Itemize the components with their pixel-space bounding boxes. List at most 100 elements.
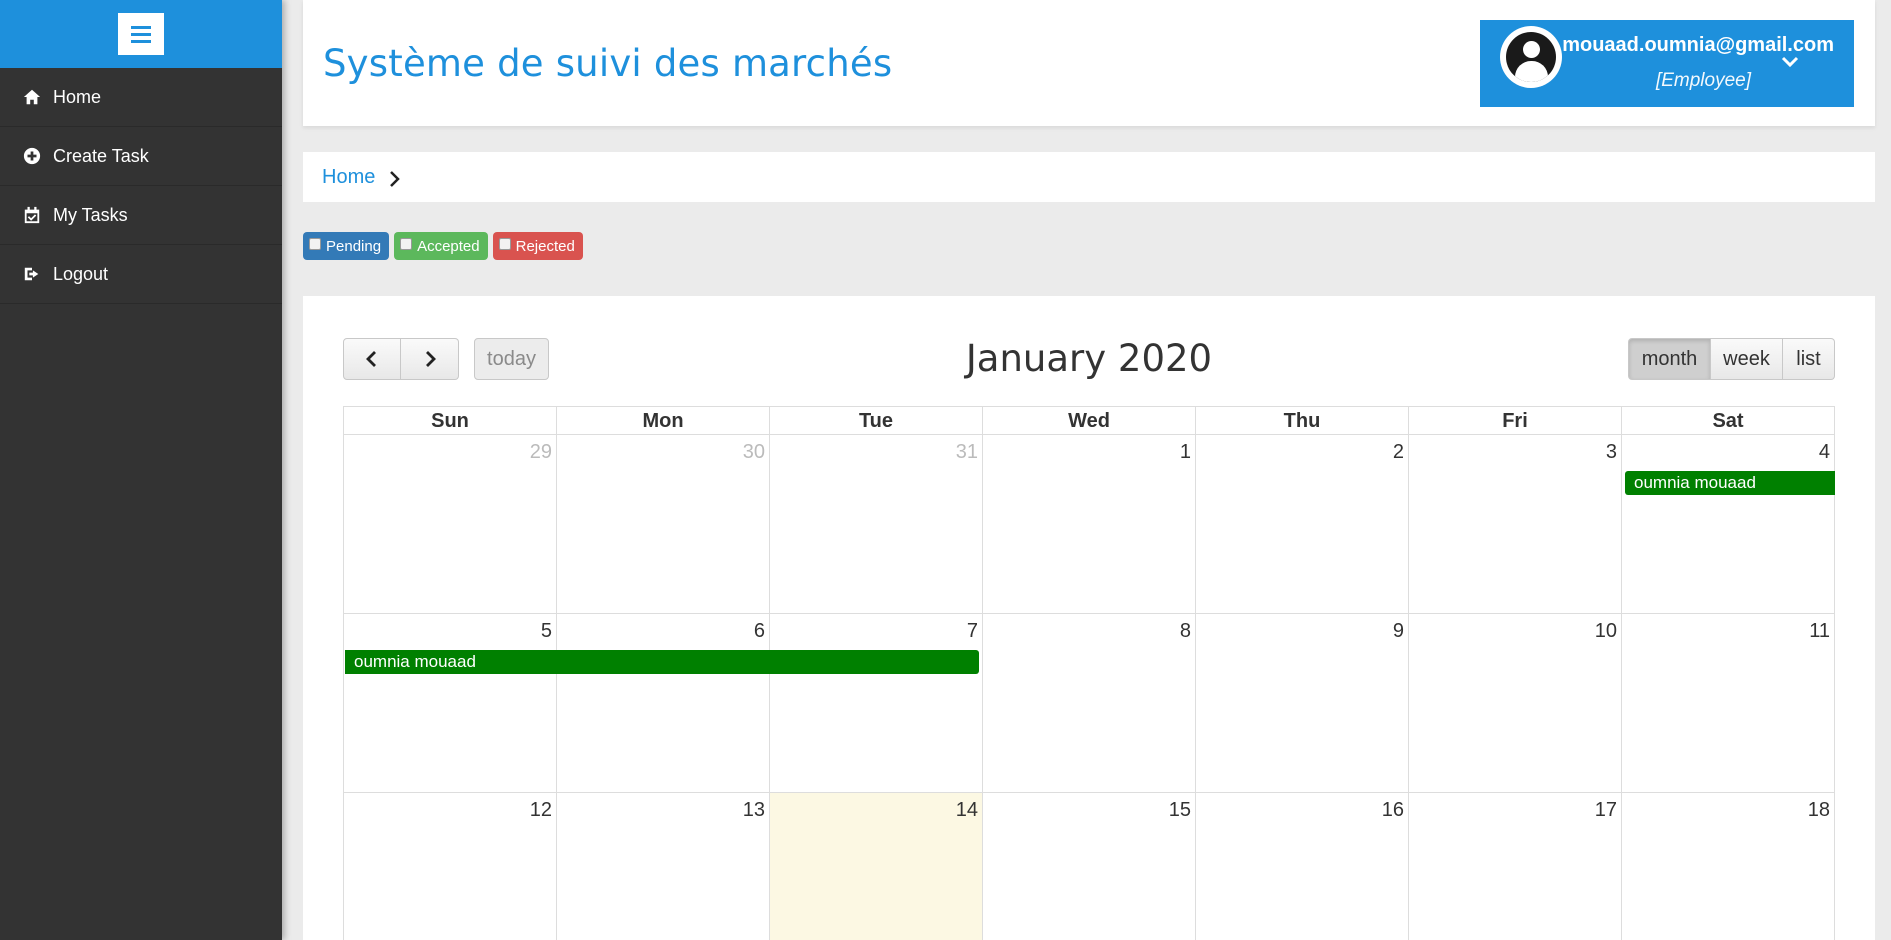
top-header: Système de suivi des marchés mouaad.oumn…: [303, 0, 1875, 126]
day-number: 14: [955, 799, 978, 821]
dow-sun: Sun: [344, 407, 557, 435]
calendar-event[interactable]: oumnia mouaad: [1625, 471, 1835, 495]
sidebar-item-label: Home: [53, 86, 102, 107]
user-menu[interactable]: mouaad.oumnia@gmail.com [Employee]: [1480, 20, 1854, 107]
day-number: 9: [1392, 620, 1404, 642]
day-cell[interactable]: 9: [1196, 614, 1409, 793]
today-button[interactable]: today: [474, 338, 549, 380]
plus-circle-icon: [23, 147, 41, 165]
day-number: 29: [529, 441, 552, 463]
calendar-check-icon: [23, 206, 41, 224]
sidebar: Home Create Task My Tasks Logout: [0, 0, 282, 940]
day-number: 1: [1179, 441, 1191, 463]
breadcrumb-home-link[interactable]: Home: [322, 166, 375, 189]
day-cell[interactable]: 7: [770, 614, 983, 793]
day-cell[interactable]: 6: [557, 614, 770, 793]
next-button[interactable]: [401, 338, 459, 380]
day-number: 10: [1594, 620, 1617, 642]
user-role: [Employee]: [1655, 70, 1751, 91]
day-number: 18: [1807, 799, 1830, 821]
day-number: 17: [1594, 799, 1617, 821]
sidebar-item-label: Create Task: [53, 145, 149, 166]
day-number: 11: [1809, 620, 1830, 642]
day-number: 2: [1392, 441, 1404, 463]
calendar-event[interactable]: oumnia mouaad: [345, 650, 979, 674]
calendar-week: 29 30 31 1 2 3 4 oumnia mouaad: [343, 435, 1835, 614]
day-number: 16: [1381, 799, 1404, 821]
dow-fri: Fri: [1409, 407, 1622, 435]
accepted-checkbox[interactable]: [400, 238, 413, 250]
avatar: [1500, 26, 1562, 88]
day-cell[interactable]: 31: [770, 435, 983, 614]
user-email: mouaad.oumnia@gmail.com: [1562, 34, 1834, 56]
chevron-right-icon: [425, 351, 436, 367]
day-number: 12: [529, 799, 552, 821]
chevron-down-icon[interactable]: [1780, 55, 1800, 69]
day-cell[interactable]: 11: [1622, 614, 1835, 793]
day-cell[interactable]: 15: [983, 793, 1196, 940]
app-title: Système de suivi des marchés: [323, 42, 893, 85]
day-cell[interactable]: 30: [557, 435, 770, 614]
day-cell[interactable]: 2: [1196, 435, 1409, 614]
sidebar-item-label: Logout: [53, 263, 109, 284]
day-number: 7: [966, 620, 978, 642]
day-cell[interactable]: 5: [344, 614, 557, 793]
day-number: 15: [1168, 799, 1191, 821]
rejected-checkbox[interactable]: [498, 238, 511, 250]
list-view-button[interactable]: list: [1783, 338, 1835, 380]
nav-button-group: [343, 338, 459, 380]
day-cell[interactable]: 12: [344, 793, 557, 940]
calendar-week: 5 6 7 8 9 10 11 oumnia mouaad: [343, 614, 1835, 793]
prev-button[interactable]: [343, 338, 401, 380]
day-number: 4: [1818, 441, 1830, 463]
status-filters: Pending Accepted Rejected: [303, 232, 583, 260]
logout-icon: [23, 265, 41, 283]
dow-wed: Wed: [983, 407, 1196, 435]
sidebar-header: [0, 0, 282, 68]
today-cell[interactable]: 14: [770, 793, 983, 940]
filter-pending[interactable]: Pending: [303, 232, 390, 260]
menu-toggle-button[interactable]: [118, 13, 164, 55]
chevron-right-icon: [387, 170, 401, 188]
day-cell[interactable]: 4: [1622, 435, 1835, 614]
calendar-title: January 2020: [965, 337, 1213, 380]
day-number: 8: [1179, 620, 1191, 642]
filter-accepted[interactable]: Accepted: [394, 232, 488, 260]
dow-thu: Thu: [1196, 407, 1409, 435]
day-cell[interactable]: 3: [1409, 435, 1622, 614]
sidebar-item-my-tasks[interactable]: My Tasks: [0, 186, 282, 245]
day-number: 3: [1605, 441, 1617, 463]
sidebar-item-logout[interactable]: Logout: [0, 245, 282, 304]
day-cell[interactable]: 10: [1409, 614, 1622, 793]
calendar-grid: Sun Mon Tue Wed Thu Fri Sat 29 30 31 1 2…: [343, 406, 1835, 940]
week-view-button[interactable]: week: [1711, 338, 1783, 380]
day-number: 30: [742, 441, 765, 463]
day-number: 13: [742, 799, 765, 821]
home-icon: [23, 88, 41, 106]
day-cell[interactable]: 17: [1409, 793, 1622, 940]
day-cell[interactable]: 1: [983, 435, 1196, 614]
sidebar-item-label: My Tasks: [53, 204, 128, 225]
filter-label: Pending: [326, 237, 382, 255]
pending-checkbox[interactable]: [309, 238, 321, 250]
day-cell[interactable]: 29: [344, 435, 557, 614]
calendar-toolbar: January 2020 today month week list: [343, 338, 1835, 380]
dow-tue: Tue: [770, 407, 983, 435]
day-cell[interactable]: 16: [1196, 793, 1409, 940]
month-view-button[interactable]: month: [1628, 338, 1711, 380]
filter-label: Accepted: [417, 237, 480, 255]
sidebar-item-home[interactable]: Home: [0, 68, 282, 127]
filter-rejected[interactable]: Rejected: [492, 232, 583, 260]
day-cell[interactable]: 18: [1622, 793, 1835, 940]
chevron-left-icon: [366, 351, 376, 367]
dow-mon: Mon: [557, 407, 770, 435]
breadcrumb: Home: [303, 152, 1875, 202]
day-cell[interactable]: 8: [983, 614, 1196, 793]
day-cell[interactable]: 13: [557, 793, 770, 940]
hamburger-icon: [131, 25, 151, 29]
user-icon: [1506, 32, 1556, 82]
calendar-panel: January 2020 today month week list Sun M…: [303, 296, 1875, 940]
day-number: 5: [540, 620, 552, 642]
view-switcher: month week list: [1628, 338, 1835, 380]
sidebar-item-create-task[interactable]: Create Task: [0, 127, 282, 186]
